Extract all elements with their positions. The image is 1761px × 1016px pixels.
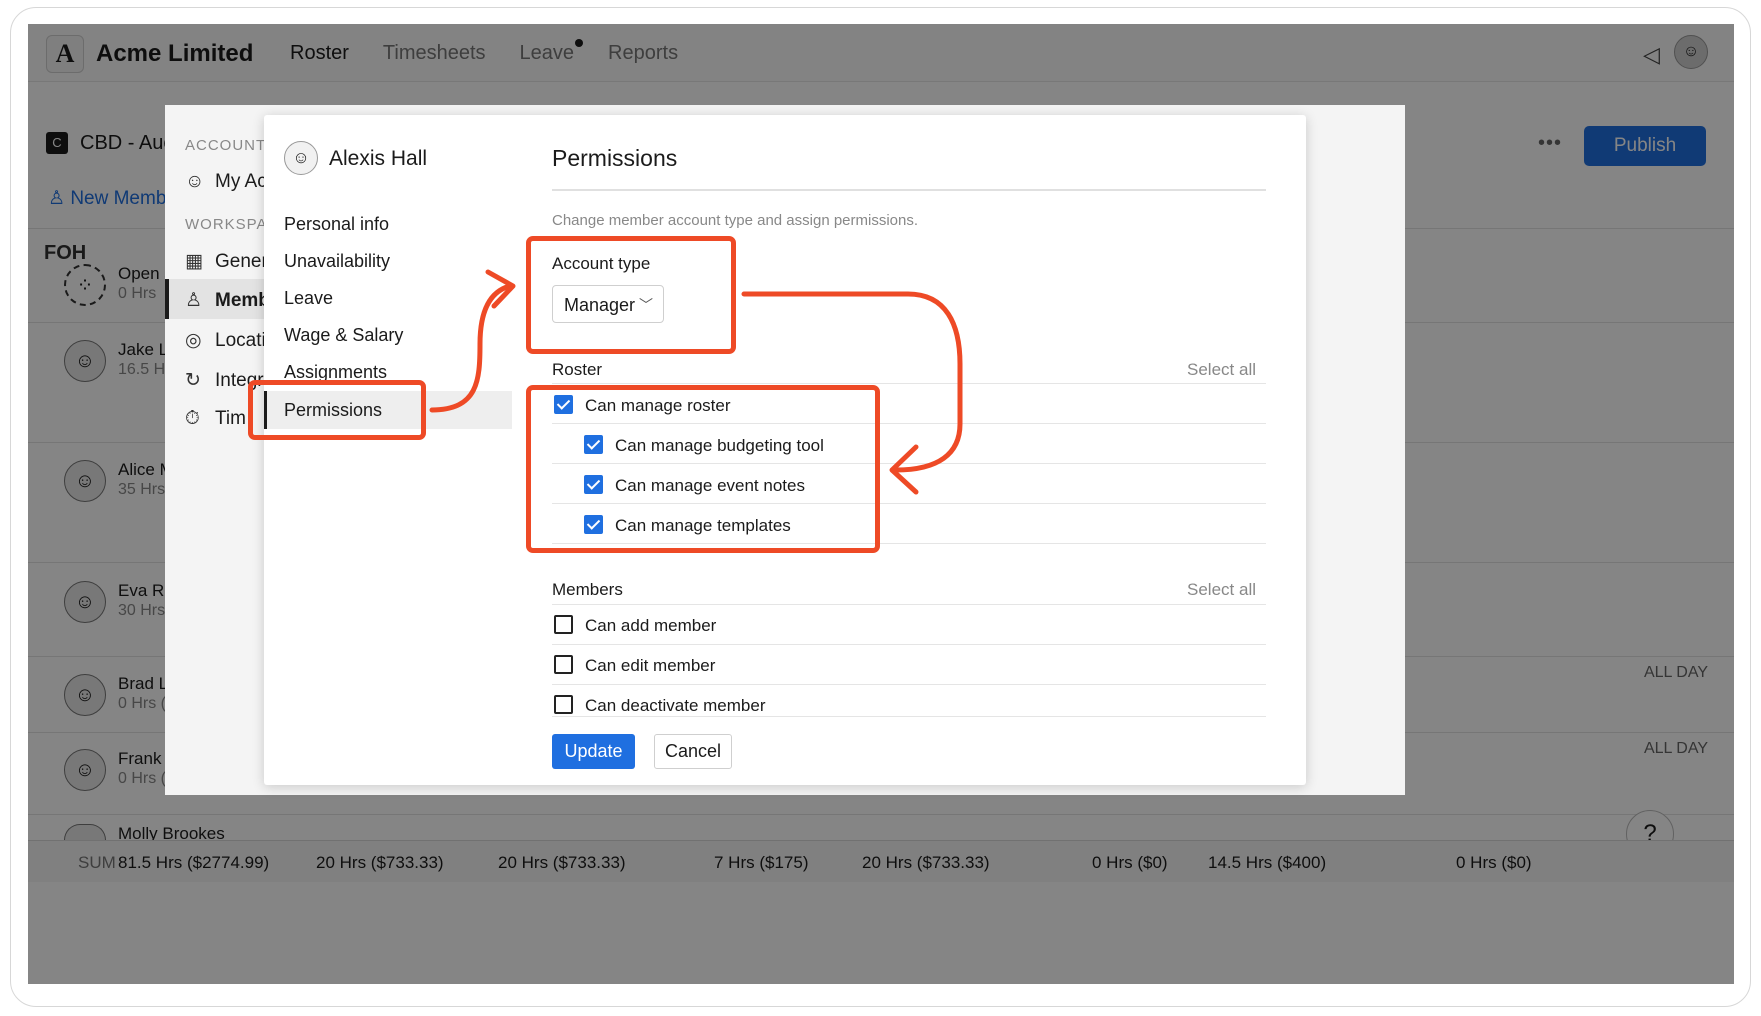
sidebar-item-locations[interactable]: ◎ Locati [185, 329, 266, 352]
sidebar-item-members[interactable]: ♙ Memb [185, 289, 270, 312]
modal-nav-personal-info[interactable]: Personal info [284, 214, 389, 235]
building-icon: ▦ [185, 251, 203, 272]
perm-label: Can add member [585, 616, 717, 635]
cancel-button[interactable]: Cancel [654, 734, 732, 769]
sidebar-item-label: Gener [215, 251, 268, 272]
modal-nav-leave[interactable]: Leave [284, 288, 333, 309]
modal-nav-wage-salary[interactable]: Wage & Salary [284, 325, 403, 346]
sidebar-item-label: Locati [215, 330, 266, 351]
sidebar-item-general[interactable]: ▦ Gener [185, 250, 268, 273]
sidebar-item-label: My Ac [215, 171, 267, 192]
account-heading: ACCOUNT [185, 137, 267, 154]
checkbox[interactable] [554, 655, 573, 674]
perm-add-member[interactable]: Can add member [554, 615, 716, 636]
members-icon: ♙ [185, 290, 203, 311]
checkbox[interactable] [554, 695, 573, 714]
sidebar-item-label: Memb [215, 290, 270, 311]
highlight-permissions-nav [248, 380, 426, 440]
user-icon: ☺ [185, 171, 205, 192]
perm-label: Can edit member [585, 656, 716, 675]
checkbox[interactable] [554, 615, 573, 634]
sidebar-item-time[interactable]: ⏱ Tim [185, 408, 246, 430]
location-pin-icon: ◎ [185, 330, 202, 351]
divider [552, 716, 1266, 717]
stopwatch-icon: ⏱ [185, 408, 200, 429]
divider [552, 383, 1266, 384]
perm-deactivate-member[interactable]: Can deactivate member [554, 695, 765, 716]
member-name-heading: Alexis Hall [329, 147, 428, 170]
description: Change member account type and assign pe… [552, 212, 919, 229]
roster-select-all[interactable]: Select all [1187, 360, 1256, 380]
divider [552, 644, 1266, 645]
update-button[interactable]: Update [552, 734, 635, 769]
avatar: ☺ [284, 141, 318, 175]
members-select-all[interactable]: Select all [1187, 580, 1256, 600]
sidebar-item-my-account[interactable]: ☺ My Ac [185, 171, 267, 193]
divider [552, 684, 1266, 685]
roster-section-label: Roster [552, 360, 603, 379]
perm-edit-member[interactable]: Can edit member [554, 655, 715, 676]
page-title: Permissions [552, 145, 678, 171]
perm-label: Can deactivate member [585, 696, 766, 715]
app: A Acme Limited Roster Timesheets Leave R… [28, 24, 1734, 984]
divider [552, 189, 1266, 191]
sync-icon: ↻ [185, 370, 201, 391]
highlight-roster-perms [526, 385, 880, 553]
divider [552, 604, 1266, 605]
modal-nav-unavailability[interactable]: Unavailability [284, 251, 390, 272]
sidebar-item-label: Tim [215, 408, 246, 429]
highlight-account-type [526, 236, 736, 354]
members-section-label: Members [552, 580, 623, 599]
